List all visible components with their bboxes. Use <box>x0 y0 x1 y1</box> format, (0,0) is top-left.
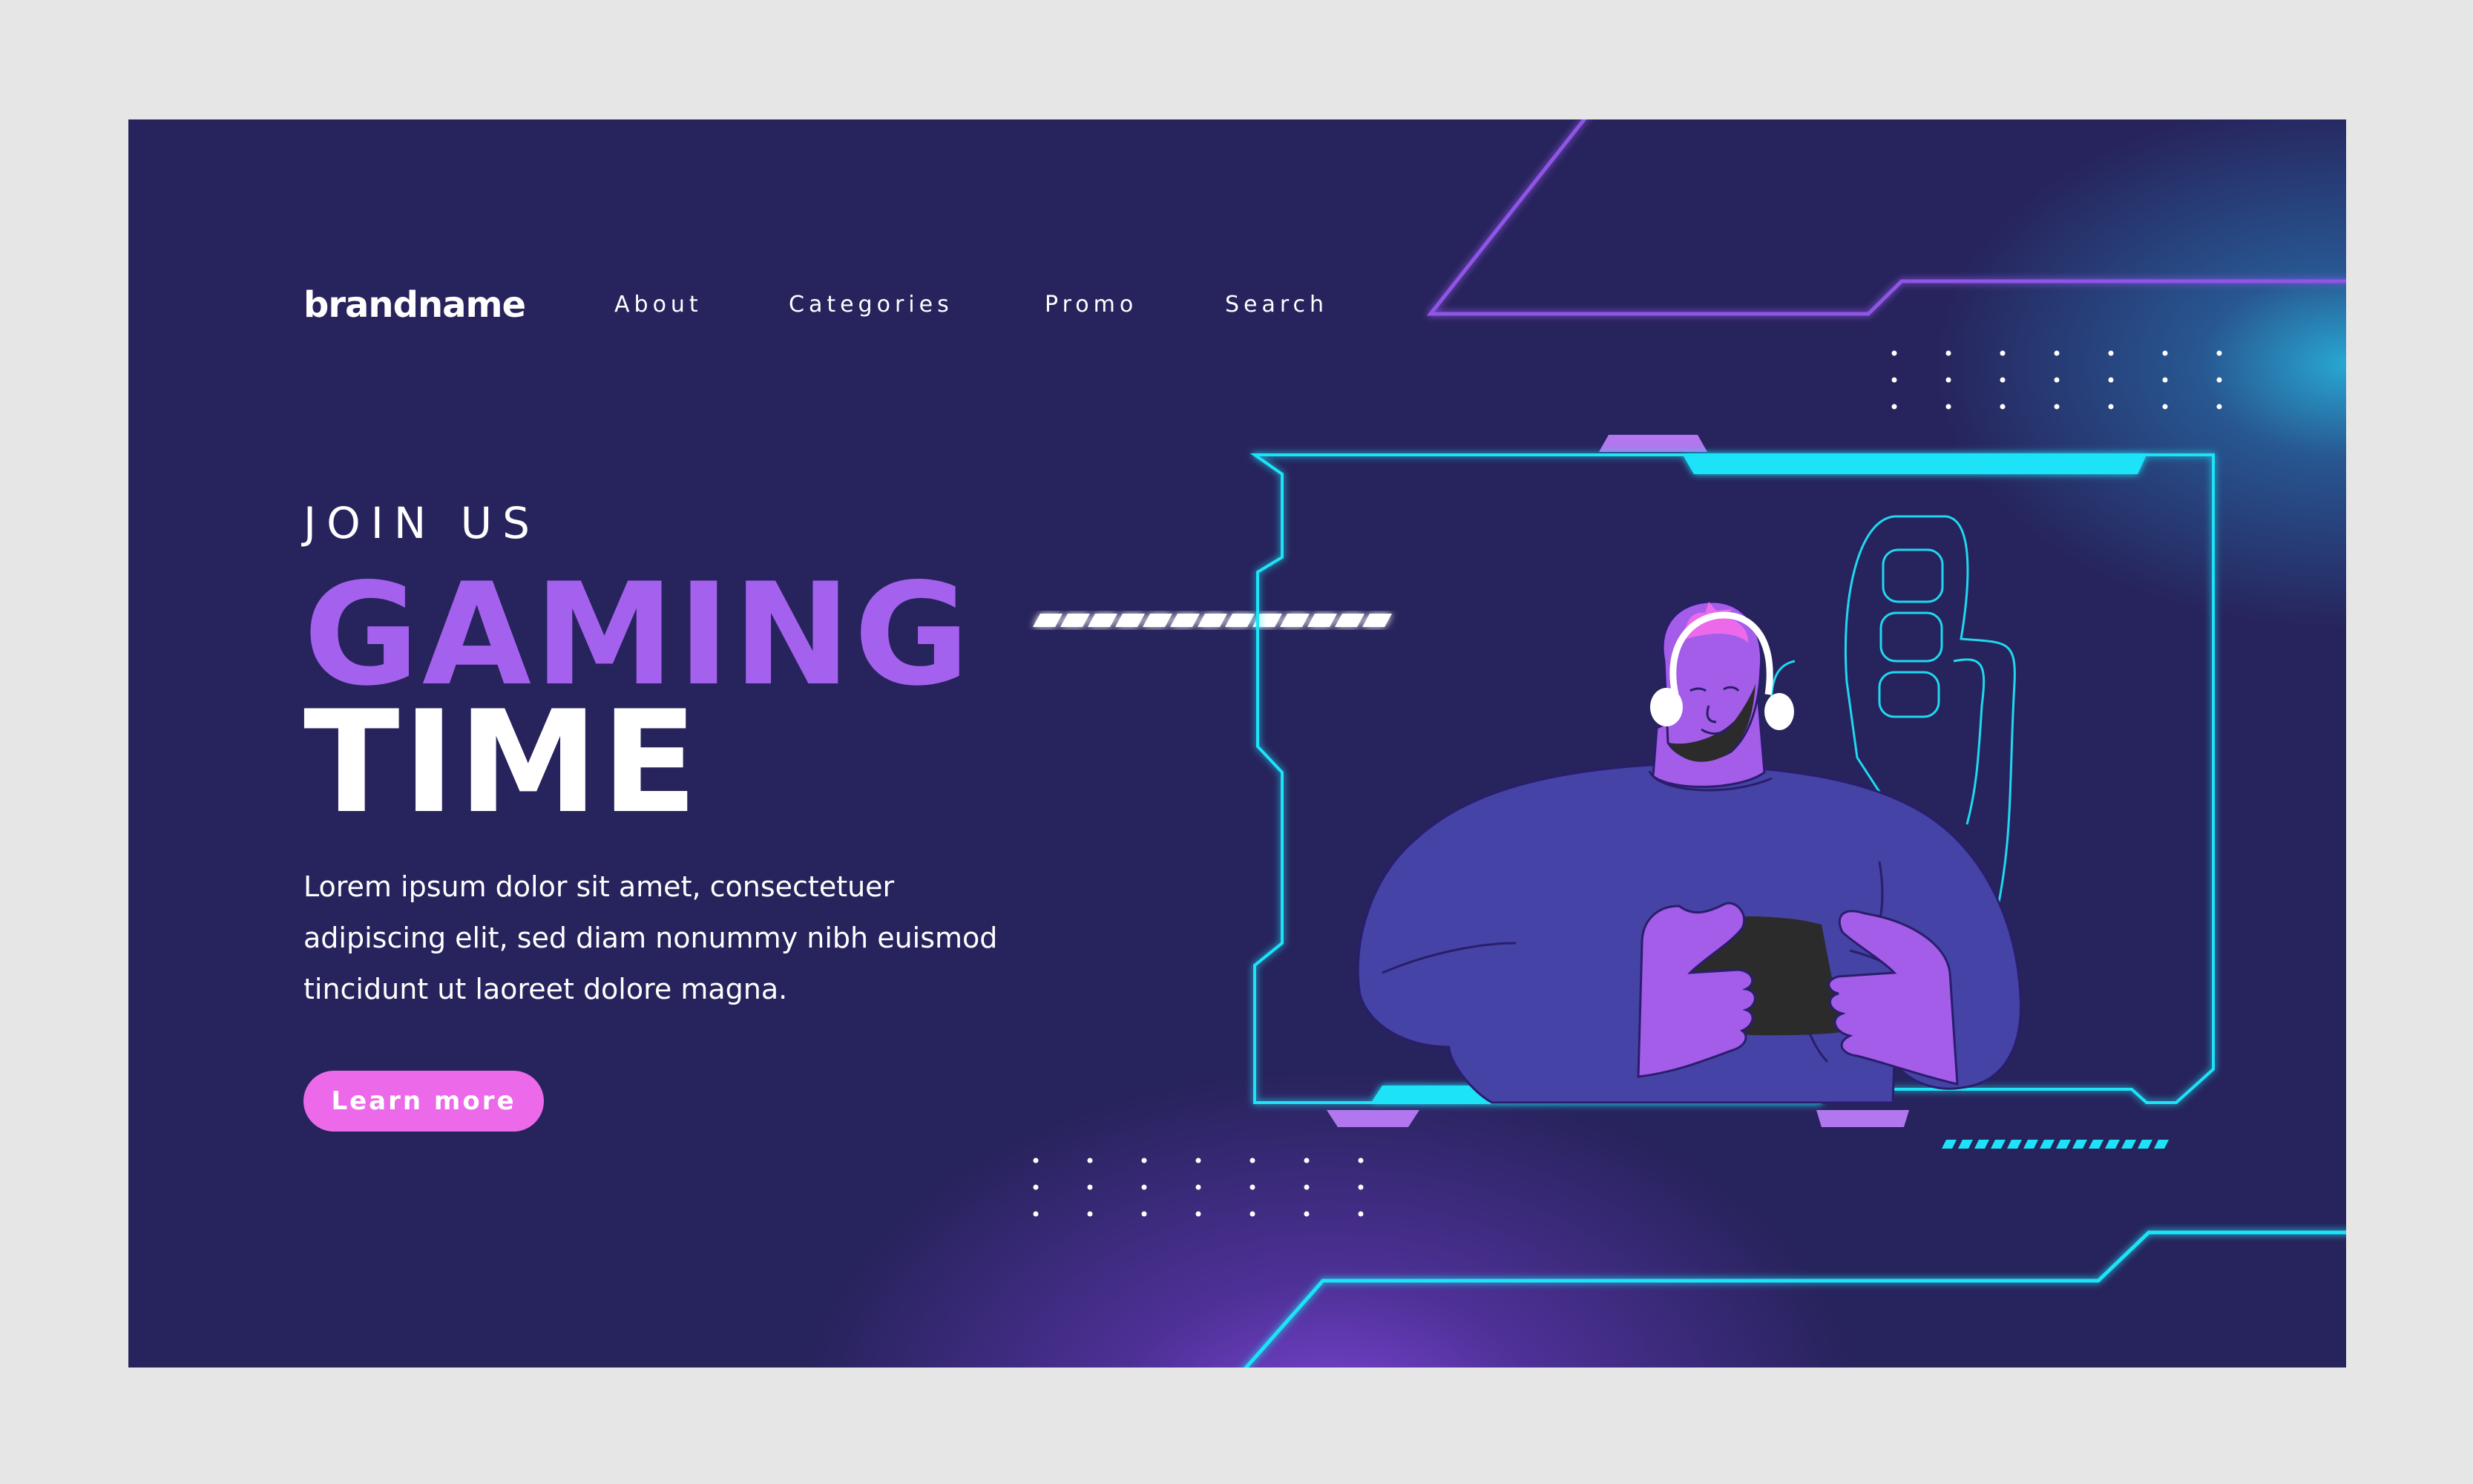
nav-promo[interactable]: Promo <box>1045 292 1137 318</box>
neon-line-bottom <box>1244 1230 2346 1368</box>
brand-logo[interactable]: brandname <box>303 284 526 326</box>
learn-more-button[interactable]: Learn more <box>303 1071 544 1132</box>
stripe-bar-white <box>1033 614 1392 627</box>
nav-categories[interactable]: Categories <box>789 292 953 318</box>
stripe-bar-cyan <box>1942 1140 2169 1149</box>
nav-search[interactable]: Search <box>1225 292 1328 318</box>
dot-grid-bottom <box>1033 1158 1364 1217</box>
hero-title-line2: TIME <box>303 680 701 844</box>
gamer-illustration <box>1356 600 2022 1104</box>
dot-grid-top <box>1891 350 2222 410</box>
landing-page-card: brandname About Categories Promo Search … <box>128 119 2346 1368</box>
hero-description-line: tincidunt ut laoreet dolore magna. <box>303 973 788 1005</box>
nav-about[interactable]: About <box>614 292 703 318</box>
hero-description-line: adipiscing elit, sed diam nonummy nibh e… <box>303 922 998 954</box>
hero-description: Lorem ipsum dolor sit amet, consectetuer… <box>303 861 1031 1015</box>
hero-description-line: Lorem ipsum dolor sit amet, consectetuer <box>303 870 895 903</box>
neon-line-top <box>1426 119 2346 316</box>
page: brandname About Categories Promo Search … <box>0 0 2473 1484</box>
hero-eyebrow: JOIN US <box>303 498 540 548</box>
